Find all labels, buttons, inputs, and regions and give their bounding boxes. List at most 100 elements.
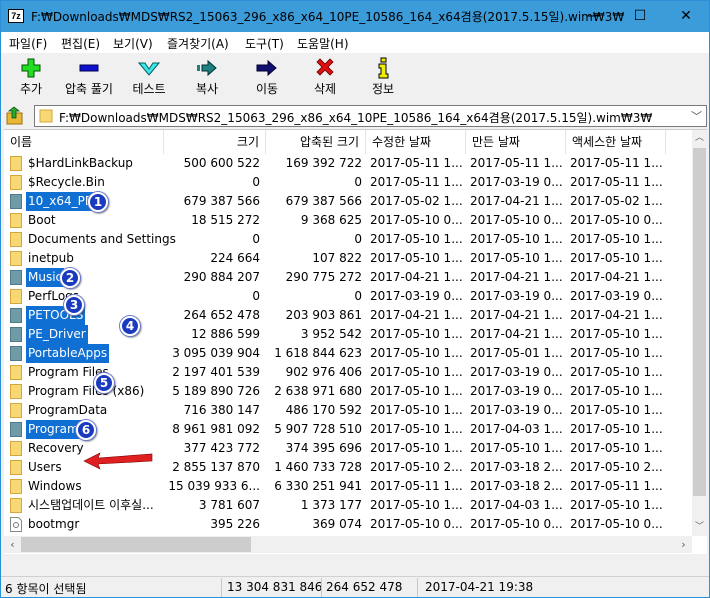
file-row[interactable]: Windows 15 039 933 6... 6 330 251 941 20… [4,477,689,496]
maximize-button[interactable]: ☐ [617,1,663,32]
file-name-cell[interactable]: 10_x64_PE [10,192,164,211]
extract-button[interactable]: 압축 풀기 [59,55,119,99]
column-modified[interactable]: 수정한 날짜 [366,130,466,154]
file-modified: 2017-05-10 2... [370,460,463,474]
file-name-cell[interactable]: PortableApps [10,344,164,363]
file-name-cell[interactable]: $Recycle.Bin [10,173,164,192]
horizontal-scrollbar[interactable]: ‹ › [4,536,692,553]
info-button[interactable]: 정보 [353,55,413,99]
address-input[interactable]: F:₩Downloads₩MDS₩RS2_15063_296_x86_x64_1… [34,105,707,127]
file-modified: 2017-05-10 0... [370,213,463,227]
folder-icon [10,308,22,323]
folder-icon [10,441,22,456]
file-row[interactable]: Music 290 884 207 290 775 272 2017-04-21… [4,268,689,288]
menu-tools[interactable]: 도구(T) [245,35,284,52]
vertical-scroll-thumb[interactable] [693,148,706,496]
file-name-cell[interactable]: PE_Driver [10,325,164,344]
file-name-cell[interactable]: Program Files (x86) [10,382,164,401]
file-row[interactable]: $Recycle.Bin 0 0 2017-05-11 1... 2017-03… [4,173,689,192]
file-name-cell[interactable]: PerfLogs [10,287,164,306]
file-created: 2017-05-10 1... [470,232,563,246]
column-accessed[interactable]: 액세스한 날짜 [566,130,666,154]
folder-icon [10,289,22,304]
file-accessed: 2017-04-21 1... [570,308,663,322]
file-size: 224 664 [210,251,260,265]
up-folder-icon[interactable] [5,106,25,126]
file-name-cell[interactable]: Boot [10,211,164,230]
file-row[interactable]: PerfLogs 0 0 2017-03-19 0... 2017-03-19 … [4,287,689,315]
file-accessed: 2017-05-10 1... [570,232,663,246]
file-accessed: 2017-05-11 1... [570,479,663,493]
file-row[interactable]: Documents and Settings 0 0 2017-05-10 1.… [4,230,689,249]
file-created: 2017-03-19 0... [470,403,563,417]
move-label: 이동 [255,82,279,96]
file-created: 2017-05-01 1... [470,346,563,360]
file-row[interactable]: 시스탬업데이트 이후실... 3 781 607 1 373 177 2017-… [4,496,689,515]
scroll-down-icon[interactable]: ﹀ [692,519,707,536]
file-name-cell[interactable]: ProgramData [10,401,164,420]
file-row[interactable]: Programs 8 961 981 092 5 907 728 510 201… [4,420,689,440]
move-button[interactable]: 이동 [237,55,297,99]
menu-favorites[interactable]: 즐겨찾기(A) [167,35,229,52]
file-row[interactable]: PortableApps 3 095 039 904 1 618 844 623… [4,344,689,363]
title-bar[interactable]: 7z F:₩Downloads₩MDS₩RS2_15063_296_x86_x6… [1,1,709,32]
file-row[interactable]: ProgramData 716 380 147 486 170 592 2017… [4,401,689,420]
status-divider [321,578,322,597]
file-name-cell[interactable]: 시스탬업데이트 이후실... [10,496,164,515]
scroll-right-icon[interactable]: › [675,536,692,553]
file-name-cell[interactable]: Documents and Settings [10,230,176,249]
file-row[interactable]: 10_x64_PE 679 387 566 679 387 566 2017-0… [4,192,689,212]
menu-file[interactable]: 파일(F) [9,35,47,52]
menu-edit[interactable]: 편집(E) [61,35,100,52]
file-name: PE_Driver [26,325,88,344]
chevron-down-icon[interactable]: ﹀ [691,108,702,124]
vertical-scrollbar[interactable]: ︿ ﹀ [692,130,707,536]
column-created[interactable]: 만든 날짜 [466,130,566,154]
scroll-up-icon[interactable]: ︿ [692,130,707,147]
file-name-cell[interactable]: $HardLinkBackup [10,154,164,173]
file-row[interactable]: Boot 18 515 272 9 368 625 2017-05-10 0..… [4,211,689,230]
column-packed-size[interactable]: 압축된 크기 [266,130,366,154]
file-name-cell[interactable]: bootmgr [10,515,164,534]
file-size: 3 095 039 904 [172,346,260,360]
file-name-cell[interactable]: Windows [10,477,164,496]
folder-icon [10,498,22,513]
column-size[interactable]: 크기 [164,130,266,154]
file-modified: 2017-05-10 1... [370,403,463,417]
file-row[interactable]: PETOOLS 264 652 478 203 903 861 2017-04-… [4,306,689,325]
file-packed-size: 1 460 733 728 [274,460,362,474]
menu-view[interactable]: 보기(V) [113,35,153,52]
menu-help[interactable]: 도움말(H) [297,35,349,52]
file-packed-size: 107 822 [312,251,362,265]
add-label: 추가 [19,82,43,96]
file-row[interactable]: inetpub 224 664 107 822 2017-05-10 1... … [4,249,689,268]
horizontal-scroll-thumb[interactable] [21,537,251,552]
file-name-cell[interactable]: PETOOLS [10,306,164,325]
file-name-cell[interactable]: Program Files [10,363,164,382]
add-button[interactable]: 추가 [1,55,61,99]
app-window: 7z F:₩Downloads₩MDS₩RS2_15063_296_x86_x6… [0,0,710,598]
file-packed-size: 3 952 542 [300,327,362,341]
file-row[interactable]: PE_Driver 12 886 599 3 952 542 2017-05-1… [4,316,689,344]
file-name: Users [28,460,62,474]
file-accessed: 2017-05-10 0... [570,213,663,227]
minimize-button[interactable]: — [571,1,617,32]
file-size: 0 [252,175,260,189]
file-accessed: 2017-05-10 1... [570,365,663,379]
close-button[interactable]: ✕ [663,1,709,32]
delete-button[interactable]: 삭제 [295,55,355,99]
file-name-cell[interactable]: Music [10,268,164,287]
folder-icon [10,365,22,380]
column-name[interactable]: 이름 [4,130,164,154]
file-row[interactable]: Program Files 2 197 401 539 902 976 406 … [4,363,689,393]
column-header: 이름 크기 압축된 크기 수정한 날짜 만든 날짜 액세스한 날짜 [4,130,689,154]
file-name-cell[interactable]: inetpub [10,249,164,268]
test-button[interactable]: 테스트 [119,55,179,99]
test-label: 테스트 [132,82,166,96]
file-row[interactable]: bootmgr 395 226 369 074 2017-05-10 0... … [4,515,689,534]
status-divider [417,578,418,597]
scroll-left-icon[interactable]: ‹ [4,536,21,553]
file-row[interactable]: $HardLinkBackup 500 600 522 169 392 722 … [4,154,689,173]
copy-button[interactable]: 복사 [177,55,237,99]
file-size: 377 423 772 [183,441,260,455]
